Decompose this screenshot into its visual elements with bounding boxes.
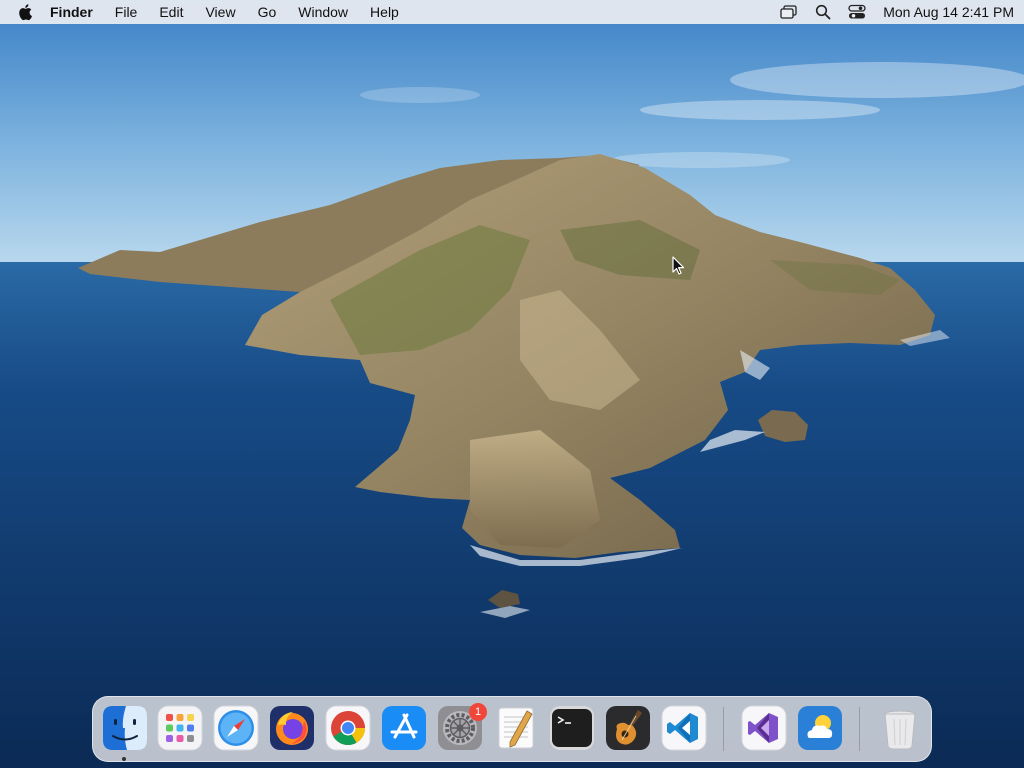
weather-icon	[798, 706, 842, 750]
menu-bar: Finder File Edit View Go Window Help Mon…	[0, 0, 1024, 24]
dock-item-garageband[interactable]	[605, 705, 651, 751]
safari-icon	[213, 705, 259, 751]
dock-item-visual-studio[interactable]	[741, 705, 787, 751]
desktop: Finder File Edit View Go Window Help Mon…	[0, 0, 1024, 768]
mouse-pointer-icon	[672, 256, 685, 275]
dock-item-vscode[interactable]	[661, 705, 707, 751]
menu-window[interactable]: Window	[298, 4, 348, 20]
wallpaper-image	[0, 0, 1024, 768]
spotlight-search-icon[interactable]	[813, 3, 833, 21]
dock-separator	[723, 707, 724, 751]
menu-view[interactable]: View	[205, 4, 235, 20]
dock-item-weather[interactable]	[797, 705, 843, 751]
screen-mirroring-icon[interactable]	[779, 3, 799, 21]
menu-app-name[interactable]: Finder	[50, 4, 93, 20]
dock-item-safari[interactable]	[213, 705, 259, 751]
menu-help[interactable]: Help	[370, 4, 399, 20]
dock-item-trash[interactable]	[877, 705, 923, 751]
dock-item-system-settings[interactable]: 1	[437, 703, 487, 751]
apple-logo-icon[interactable]	[14, 3, 36, 21]
terminal-icon	[550, 706, 594, 750]
dock-item-finder[interactable]	[102, 705, 148, 751]
textedit-icon	[498, 707, 534, 749]
firefox-icon	[270, 706, 314, 750]
menu-bar-status-area: Mon Aug 14 2:41 PM	[765, 3, 1014, 21]
dock-item-textedit[interactable]	[493, 705, 539, 751]
finder-icon	[103, 706, 147, 750]
trash-icon	[884, 710, 916, 750]
menu-bar-clock[interactable]: Mon Aug 14 2:41 PM	[883, 4, 1014, 20]
notification-badge: 1	[469, 703, 487, 721]
dock-item-terminal[interactable]	[549, 705, 595, 751]
dock-separator	[859, 707, 860, 751]
dock-item-launchpad[interactable]	[157, 705, 203, 751]
dock-item-app-store[interactable]	[381, 705, 427, 751]
visual-studio-icon	[741, 705, 787, 751]
menu-edit[interactable]: Edit	[159, 4, 183, 20]
menu-go[interactable]: Go	[258, 4, 277, 20]
menu-file[interactable]: File	[115, 4, 138, 20]
dock-item-firefox[interactable]	[269, 705, 315, 751]
chrome-icon	[325, 705, 371, 751]
launchpad-icon	[157, 705, 203, 751]
app-store-icon	[382, 706, 426, 750]
running-indicator	[122, 757, 126, 761]
garageband-icon	[606, 706, 650, 750]
vscode-icon	[661, 705, 707, 751]
control-center-icon[interactable]	[847, 3, 867, 21]
dock: 1	[92, 696, 932, 762]
dock-item-chrome[interactable]	[325, 705, 371, 751]
